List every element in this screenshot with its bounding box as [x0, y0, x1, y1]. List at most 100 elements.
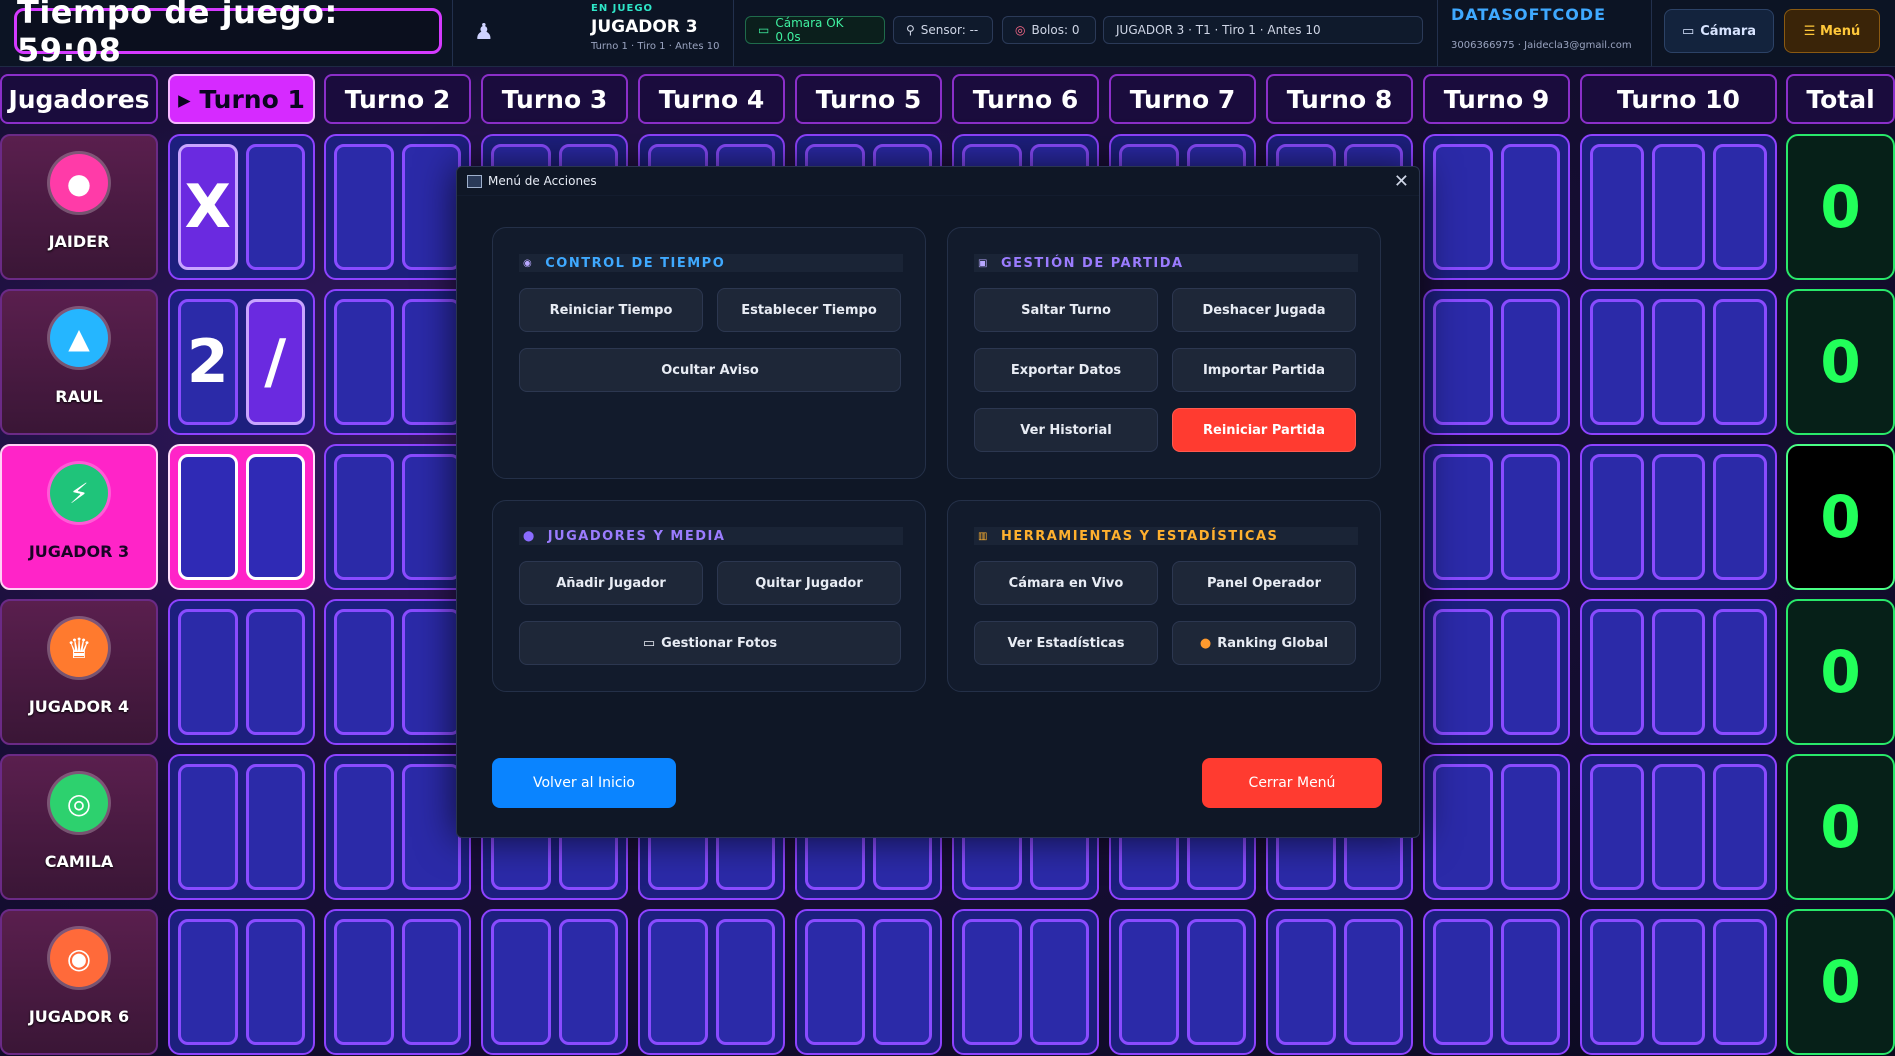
global-ranking-button[interactable]: ● Ranking Global	[1172, 621, 1356, 665]
frame-cell[interactable]	[1580, 289, 1777, 435]
export-data-button[interactable]: Exportar Datos	[974, 348, 1158, 392]
status-label: EN JUEGO	[591, 3, 654, 14]
player-total: 0	[1786, 289, 1895, 435]
frame-cell[interactable]	[638, 909, 785, 1055]
roll-box	[1029, 919, 1089, 1045]
close-icon[interactable]: ✕	[1394, 171, 1409, 192]
current-player: JUGADOR 3	[591, 17, 698, 37]
roll-box	[872, 919, 932, 1045]
reset-time-button[interactable]: Reiniciar Tiempo	[519, 288, 703, 332]
player-name: JUGADOR 6	[28, 1007, 130, 1026]
player-card[interactable]: ♛ JUGADOR 4	[0, 599, 158, 745]
camera-button[interactable]: ▭ Cámara	[1664, 9, 1774, 53]
game-management-title: ▣ GESTIÓN DE PARTIDA	[974, 254, 1358, 272]
menu-button[interactable]: ☰ Menú	[1784, 9, 1880, 53]
chart-icon: ▥	[978, 530, 989, 542]
undo-play-button[interactable]: Deshacer Jugada	[1172, 288, 1356, 332]
tools-stats-title: ▥ HERRAMIENTAS Y ESTADÍSTICAS	[974, 527, 1358, 545]
live-camera-button[interactable]: Cámara en Vivo	[974, 561, 1158, 605]
frame-cell[interactable]	[1580, 444, 1777, 590]
frame-cell[interactable]	[1580, 134, 1777, 280]
frame-cell[interactable]	[1423, 289, 1570, 435]
frame-cell[interactable]	[1580, 599, 1777, 745]
camera-status-pill: ▭ Cámara OK 0.0s	[745, 16, 885, 44]
roll-box	[334, 609, 394, 735]
view-stats-button[interactable]: Ver Estadísticas	[974, 621, 1158, 665]
roll-box	[245, 919, 305, 1045]
frame-cell[interactable]	[1423, 909, 1570, 1055]
lightning-icon: ⚡	[50, 464, 108, 522]
frame-cell[interactable]	[168, 444, 315, 590]
player-name: RAUL	[55, 387, 103, 406]
frame-cell[interactable]	[1423, 444, 1570, 590]
reset-game-button[interactable]: Reiniciar Partida	[1172, 408, 1356, 452]
set-time-button[interactable]: Establecer Tiempo	[717, 288, 901, 332]
frame-cell[interactable]	[481, 909, 628, 1055]
roll-box	[1276, 919, 1336, 1045]
frame-cell[interactable]	[1580, 909, 1777, 1055]
frame-cell[interactable]	[952, 909, 1099, 1055]
roll-box	[1713, 144, 1768, 270]
frame-cell[interactable]	[1580, 754, 1777, 900]
roll-box	[1590, 144, 1644, 270]
roll-box	[1651, 609, 1706, 735]
player-name: CAMILA	[44, 852, 114, 871]
manage-photos-label: Gestionar Fotos	[661, 635, 778, 651]
frame-cell[interactable]	[1109, 909, 1256, 1055]
player-card[interactable]: ◎ CAMILA	[0, 754, 158, 900]
frame-cell[interactable]	[795, 909, 942, 1055]
frame-cell[interactable]	[1266, 909, 1413, 1055]
player-card[interactable]: ◉ JUGADOR 6	[0, 909, 158, 1055]
frame-cell[interactable]: X	[168, 134, 315, 280]
frame-cell[interactable]	[168, 754, 315, 900]
frame-cell[interactable]	[1423, 134, 1570, 280]
frame-cell[interactable]	[1423, 599, 1570, 745]
sensor-status-pill: ⚲ Sensor: --	[893, 16, 993, 44]
frame-cell[interactable]	[324, 134, 471, 280]
bowling-pins-icon: ♟	[474, 20, 494, 45]
roll-box: X	[178, 144, 238, 270]
roll-box	[648, 919, 708, 1045]
frame-cell[interactable]	[324, 909, 471, 1055]
roll-box	[1433, 609, 1493, 735]
skip-turn-button[interactable]: Saltar Turno	[974, 288, 1158, 332]
frame-cell[interactable]	[324, 599, 471, 745]
add-player-button[interactable]: Añadir Jugador	[519, 561, 703, 605]
alien-icon: ◉	[50, 929, 108, 987]
player-card[interactable]: ⚡ JUGADOR 3	[0, 444, 158, 590]
tools-stats-panel: ▥ HERRAMIENTAS Y ESTADÍSTICAS Cámara en …	[947, 500, 1381, 692]
camera-status-text: Cámara OK 0.0s	[775, 16, 844, 44]
total-header: Total	[1786, 74, 1895, 124]
frame-cell[interactable]: 2/	[168, 289, 315, 435]
import-game-button[interactable]: Importar Partida	[1172, 348, 1356, 392]
frame-cell[interactable]	[168, 909, 315, 1055]
player-name: JUGADOR 4	[28, 697, 130, 716]
player-card[interactable]: ● JAIDER	[0, 134, 158, 280]
close-menu-button[interactable]: Cerrar Menú	[1202, 758, 1382, 808]
frame-cell[interactable]	[324, 289, 471, 435]
view-history-button[interactable]: Ver Historial	[974, 408, 1158, 452]
player-total: 0	[1786, 444, 1895, 590]
back-home-button[interactable]: Volver al Inicio	[492, 758, 676, 808]
frame-cell[interactable]	[1423, 754, 1570, 900]
turn-info-pill: JUGADOR 3 · T1 · Tiro 1 · Antes 10	[1103, 16, 1423, 44]
roll-box	[1500, 919, 1560, 1045]
frame-cell[interactable]	[324, 444, 471, 590]
hide-notice-button[interactable]: Ocultar Aviso	[519, 348, 901, 392]
turn-header-5: Turno 5	[795, 74, 942, 124]
dialog-title: Menú de Acciones	[488, 174, 597, 188]
roll-box: 2	[178, 299, 238, 425]
roll-box	[245, 609, 305, 735]
remove-player-button[interactable]: Quitar Jugador	[717, 561, 901, 605]
roll-box	[1343, 919, 1403, 1045]
frame-cell[interactable]	[168, 599, 315, 745]
crown-icon: ♛	[50, 619, 108, 677]
player-card[interactable]: ▲ RAUL	[0, 289, 158, 435]
manage-photos-button[interactable]: ▭ Gestionar Fotos	[519, 621, 901, 665]
roll-box	[1590, 764, 1644, 890]
operator-panel-button[interactable]: Panel Operador	[1172, 561, 1356, 605]
player-name: JAIDER	[48, 232, 110, 251]
roll-box	[1590, 454, 1644, 580]
camera-button-label: Cámara	[1700, 23, 1757, 39]
frame-cell[interactable]	[324, 754, 471, 900]
